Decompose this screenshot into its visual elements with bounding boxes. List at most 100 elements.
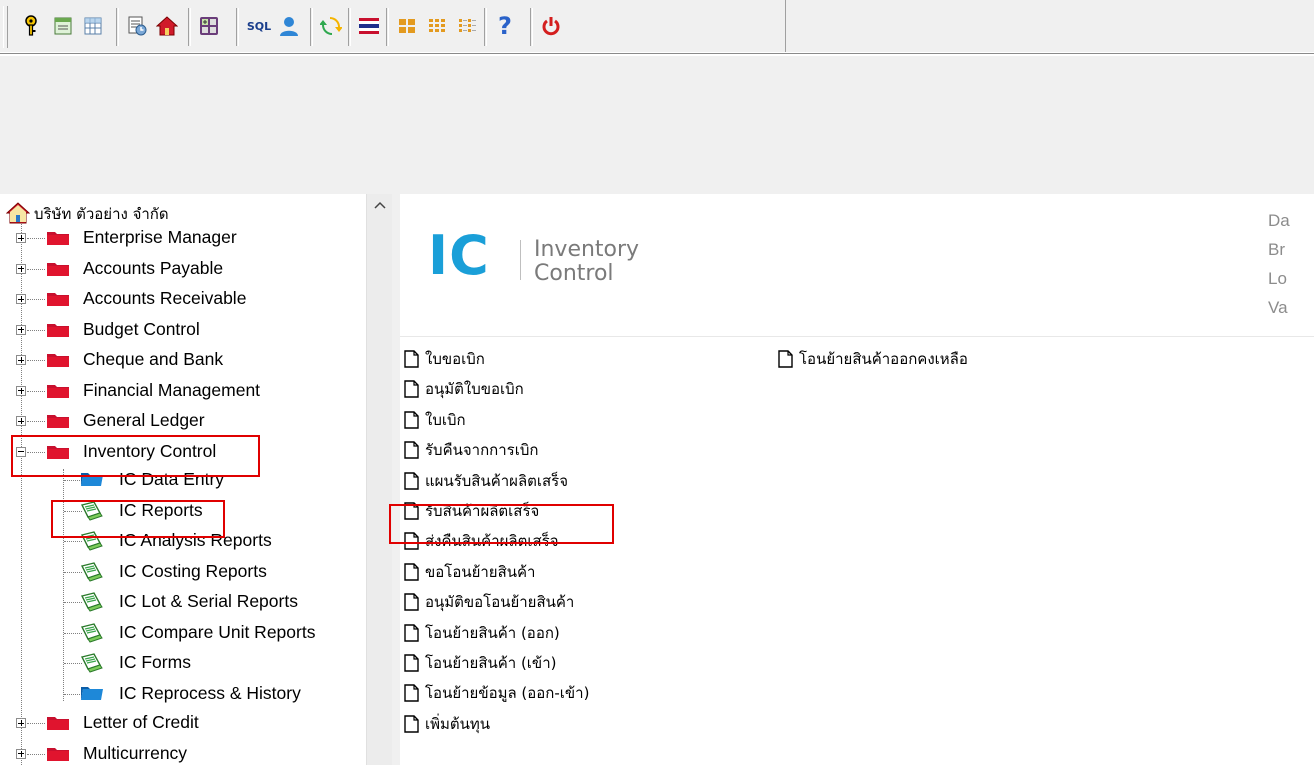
list-view-icon[interactable]	[454, 12, 480, 40]
menu-item-label: แผนรับสินค้าผลิตเสร็จ	[425, 471, 569, 490]
tree-item-label[interactable]: Inventory Control	[83, 441, 216, 461]
large-icons-view-icon[interactable]	[394, 12, 420, 40]
menu-item[interactable]: อนุมัติใบขอเบิก	[404, 376, 524, 402]
document-icon	[404, 411, 425, 429]
home-icon	[6, 202, 30, 224]
menu-item[interactable]: แผนรับสินค้าผลิตเสร็จ	[404, 468, 568, 494]
grid-icon[interactable]	[80, 12, 106, 40]
key-icon[interactable]	[18, 12, 44, 40]
schedule-icon[interactable]	[124, 12, 150, 40]
form-icon[interactable]	[50, 12, 76, 40]
tree-item-label[interactable]: IC Reprocess & History	[119, 683, 301, 703]
tree-item-label[interactable]: Accounts Payable	[83, 258, 223, 278]
expand-toggle-icon[interactable]	[16, 324, 26, 335]
banner-right-label: Da	[1268, 211, 1290, 230]
tree-item-label[interactable]: IC Data Entry	[119, 469, 224, 489]
refresh-icon[interactable]	[318, 12, 344, 40]
home-icon[interactable]	[154, 12, 180, 40]
tree-item-label[interactable]: Enterprise Manager	[83, 227, 237, 247]
small-icons-view-icon[interactable]	[424, 12, 450, 40]
document-icon	[404, 715, 425, 733]
power-icon[interactable]	[538, 12, 564, 40]
expand-toggle-icon[interactable]	[16, 263, 26, 274]
document-icon	[404, 563, 425, 581]
document-icon	[404, 471, 425, 490]
sql-icon[interactable]: SQL	[244, 12, 274, 40]
user-icon[interactable]	[276, 12, 302, 40]
menu-item[interactable]: อนุมัติขอโอนย้ายสินค้า	[404, 589, 574, 615]
tree-item-label[interactable]: IC Analysis Reports	[119, 530, 272, 550]
menu-item-label: โอนย้ายสินค้า (เข้า)	[425, 654, 557, 672]
folder-icon	[46, 321, 70, 338]
toolbar-separator	[386, 8, 389, 46]
expand-toggle-icon[interactable]	[16, 294, 26, 304]
banner-right-label: Br	[1268, 240, 1285, 259]
menu-item[interactable]: ขอโอนย้ายสินค้า	[404, 559, 535, 585]
tree-item-label[interactable]: Budget Control	[83, 319, 200, 339]
tree-root-label[interactable]: บริษัท ตัวอย่าง จำกัด	[34, 204, 169, 224]
menu-item[interactable]: โอนย้ายสินค้า (เข้า)	[404, 650, 556, 676]
toolbar-grip[interactable]	[3, 6, 8, 48]
module-banner: IC Inventory Control Da Br Lo Va	[400, 194, 1314, 337]
menu-item-label: รับคืนจากการเบิก	[425, 441, 539, 460]
menu-item-label: ใบเบิก	[425, 410, 466, 429]
banner-right-label: Lo	[1268, 269, 1287, 288]
tree-item-label[interactable]: Accounts Receivable	[83, 288, 246, 308]
menu-item[interactable]: เพิ่มต้นทุน	[404, 711, 490, 737]
folder-icon	[46, 714, 70, 731]
report-icon	[80, 592, 104, 616]
tree-item-label[interactable]: Multicurrency	[83, 743, 187, 763]
tree-connector	[27, 329, 45, 331]
banner-right-labels: Da Br Lo Va	[1268, 206, 1290, 322]
menu-item[interactable]: ส่งคืนสินค้าผลิตเสร็จ	[404, 528, 558, 554]
report-icon	[80, 653, 104, 677]
toolbar-separator	[310, 8, 313, 46]
expand-toggle-icon[interactable]	[16, 748, 26, 759]
scroll-up-arrow-icon[interactable]	[367, 194, 393, 216]
tree-scrollbar[interactable]	[366, 194, 392, 765]
expand-toggle-icon[interactable]	[16, 718, 26, 728]
panel-splitter[interactable]	[392, 194, 400, 765]
top-blank-area	[0, 56, 1314, 194]
document-icon	[404, 502, 425, 520]
expand-toggle-icon[interactable]	[16, 416, 26, 426]
tree-item-label[interactable]: Financial Management	[83, 380, 260, 400]
toolbar-separator	[484, 8, 487, 46]
menu-item[interactable]: ใบเบิก	[404, 407, 466, 433]
flag-icon[interactable]	[356, 12, 382, 40]
menu-item-label: โอนย้ายข้อมูล (ออก-เข้า)	[425, 684, 590, 703]
menu-item-label: ส่งคืนสินค้าผลิตเสร็จ	[425, 532, 559, 551]
expand-toggle-icon[interactable]	[16, 385, 26, 396]
tree-item-label[interactable]: Cheque and Bank	[83, 349, 223, 369]
tree-item-label[interactable]: IC Forms	[119, 652, 191, 672]
calculator-icon[interactable]	[196, 12, 222, 40]
tree-item-label[interactable]: IC Compare Unit Reports	[119, 622, 315, 642]
folder-icon	[46, 290, 70, 307]
expand-toggle-icon[interactable]	[16, 355, 26, 365]
menu-item[interactable]: รับคืนจากการเบิก	[404, 437, 538, 463]
module-title-line2: Control	[534, 261, 614, 286]
tree-connector	[27, 390, 45, 392]
tree-item-label[interactable]: Letter of Credit	[83, 712, 199, 732]
menu-item-label: เพิ่มต้นทุน	[425, 714, 491, 733]
menu-item[interactable]: โอนย้ายข้อมูล (ออก-เข้า)	[404, 680, 589, 706]
tree-connector	[27, 723, 45, 724]
tree-item-label[interactable]: IC Lot & Serial Reports	[119, 591, 298, 611]
document-icon	[404, 380, 425, 399]
menu-item[interactable]: ใบขอเบิก	[404, 346, 485, 372]
tree-connector	[21, 224, 22, 765]
expand-toggle-icon[interactable]	[16, 446, 26, 457]
expand-toggle-icon[interactable]	[16, 233, 26, 243]
tree-item-label[interactable]: IC Reports	[119, 500, 203, 520]
menu-item[interactable]: โอนย้ายสินค้าออกคงเหลือ	[778, 346, 968, 372]
tree-item-label[interactable]: General Ledger	[83, 410, 205, 430]
banner-divider	[520, 240, 521, 280]
tree-item-label[interactable]: IC Costing Reports	[119, 561, 267, 581]
help-icon[interactable]: ?	[492, 12, 518, 40]
tree-connector	[27, 238, 45, 239]
module-title: Inventory Control	[534, 238, 639, 286]
toolbar-separator	[116, 8, 119, 46]
folder-icon	[46, 443, 70, 460]
menu-item[interactable]: รับสินค้าผลิตเสร็จ	[404, 498, 539, 524]
menu-item[interactable]: โอนย้ายสินค้า (ออก)	[404, 620, 560, 646]
